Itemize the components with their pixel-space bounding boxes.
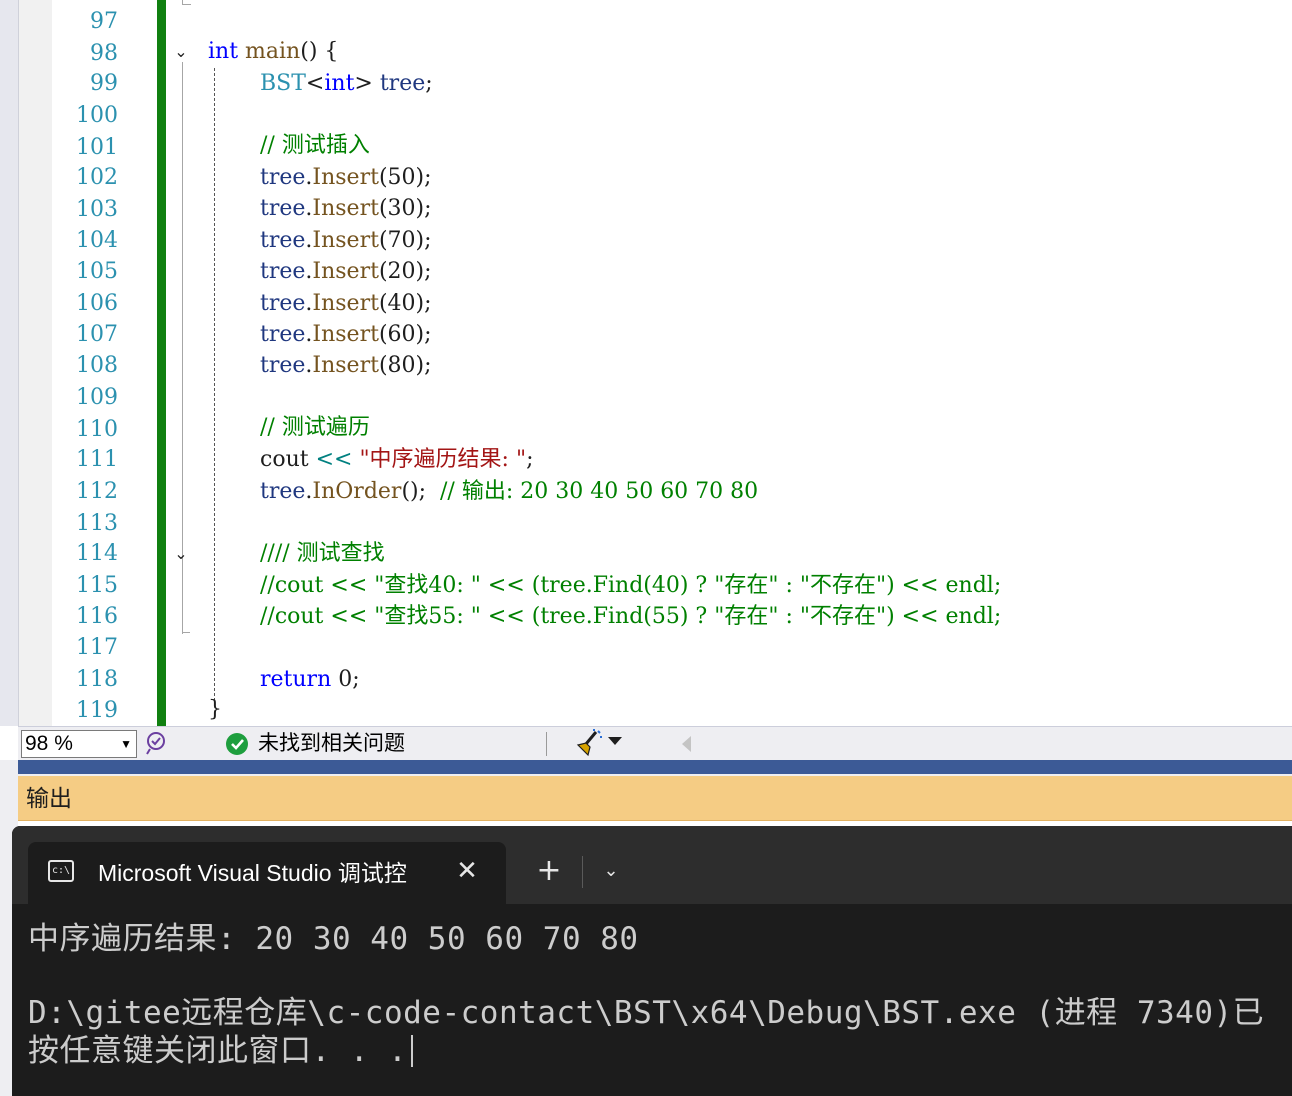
code-line-119: } [208, 697, 222, 722]
output-panel-header[interactable]: 输出 [18, 776, 1292, 821]
code-line-98: int main() { [208, 39, 339, 64]
terminal-output-line-3: D:\gitee远程仓库\c-code-contact\BST\x64\Debu… [28, 995, 1265, 1031]
console-icon: c:\ [48, 860, 74, 882]
line-number: 102 [76, 165, 118, 190]
line-number: 110 [76, 417, 118, 442]
outline-guide-end [182, 632, 190, 633]
output-panel-title: 输出 [26, 785, 72, 811]
line-number: 115 [76, 573, 118, 598]
line-number: 119 [76, 698, 118, 723]
tab-separator [582, 856, 583, 888]
line-number: 98 [90, 41, 118, 66]
outline-guide-top [182, 0, 191, 5]
terminal-output-line-4: 按任意键关闭此窗口. . . [28, 1032, 414, 1070]
line-number: 104 [76, 228, 118, 253]
line-number-gutter: 97 98 99 100 101 102 103 104 105 106 107 108 109 110 1… [52, 0, 120, 726]
line-number: 117 [76, 635, 118, 660]
line-number: 116 [76, 604, 118, 629]
code-area[interactable]: int main() { BST<int> tree; // 测试插入 tree… [208, 0, 1292, 726]
code-editor[interactable]: 97 98 99 100 101 102 103 104 105 106 107 108 109 110 1… [0, 0, 1292, 726]
code-line-102: tree.Insert(50); [260, 165, 432, 190]
code-line-99: BST<int> tree; [260, 71, 433, 96]
line-number: 118 [76, 667, 118, 692]
line-number: 97 [90, 9, 118, 34]
status-separator [546, 732, 547, 756]
cleanup-dropdown-arrow-icon[interactable] [608, 737, 622, 745]
line-number: 100 [76, 103, 118, 128]
terminal-tab-title: Microsoft Visual Studio 调试控 [98, 860, 407, 886]
chevron-down-icon[interactable]: ⌄ [171, 42, 191, 62]
issues-status-text[interactable]: 未找到相关问题 [258, 731, 405, 757]
editor-left-strip [0, 0, 19, 726]
dropdown-arrow-icon[interactable]: ▼ [120, 731, 132, 757]
terminal-prompt-text: 按任意键关闭此窗口. . . [28, 1033, 408, 1069]
console-icon-label: c:\ [52, 865, 71, 876]
code-line-118: return 0; [260, 667, 360, 692]
code-line-111: cout << "中序遍历结果: "; [260, 447, 534, 472]
code-line-106: tree.Insert(40); [260, 291, 432, 316]
line-number: 113 [76, 511, 118, 536]
code-line-105: tree.Insert(20); [260, 259, 432, 284]
debug-console-window[interactable]: c:\ Microsoft Visual Studio 调试控 ✕ + ⌄ 中序… [12, 826, 1292, 1096]
new-tab-plus-icon[interactable]: + [534, 856, 564, 886]
glyph-margin[interactable] [19, 0, 52, 726]
code-line-112: tree.InOrder(); // 输出: 20 30 40 50 60 70… [260, 479, 759, 504]
code-line-101: // 测试插入 [260, 133, 370, 158]
code-line-116: //cout << "查找55: " << (tree.Find(55) ? "… [260, 604, 1002, 629]
line-number: 105 [76, 259, 118, 284]
code-line-104: tree.Insert(70); [260, 228, 432, 253]
chevron-down-icon[interactable]: ⌄ [171, 544, 191, 564]
line-number: 108 [76, 353, 118, 378]
terminal-tab[interactable]: c:\ Microsoft Visual Studio 调试控 ✕ [28, 842, 506, 904]
line-number: 101 [76, 135, 118, 160]
panel-splitter-bar[interactable] [18, 760, 1292, 774]
code-line-114: //// 测试查找 [260, 541, 385, 566]
check-circle-icon [226, 733, 248, 755]
zoom-level-dropdown[interactable]: 98 % ▼ [21, 730, 137, 758]
intellicode-icon[interactable] [144, 730, 170, 756]
code-cleanup-brush-icon[interactable] [574, 729, 604, 757]
code-line-107: tree.Insert(60); [260, 322, 432, 347]
line-number: 106 [76, 291, 118, 316]
change-tracking-bar [157, 0, 166, 726]
chevron-down-icon[interactable]: ⌄ [598, 858, 624, 884]
terminal-output-line-1: 中序遍历结果: 20 30 40 50 60 70 80 [28, 921, 639, 957]
zoom-level-value: 98 % [25, 732, 73, 755]
editor-status-bar: 98 % ▼ 未找到相关问题 [18, 726, 1292, 761]
code-line-115: //cout << "查找40: " << (tree.Find(40) ? "… [260, 573, 1002, 598]
line-number: 114 [76, 541, 118, 566]
line-number: 107 [76, 322, 118, 347]
text-cursor [411, 1035, 414, 1067]
line-number: 111 [76, 447, 118, 472]
scroll-left-arrow-icon[interactable] [682, 736, 691, 752]
code-line-110: // 测试遍历 [260, 415, 370, 440]
line-number: 112 [76, 479, 118, 504]
code-line-108: tree.Insert(80); [260, 353, 432, 378]
code-line-103: tree.Insert(30); [260, 196, 432, 221]
line-number: 99 [90, 71, 118, 96]
close-icon[interactable]: ✕ [452, 856, 482, 886]
line-number: 103 [76, 197, 118, 222]
terminal-tab-bar: c:\ Microsoft Visual Studio 调试控 ✕ + ⌄ [12, 826, 1292, 904]
line-number: 109 [76, 385, 118, 410]
